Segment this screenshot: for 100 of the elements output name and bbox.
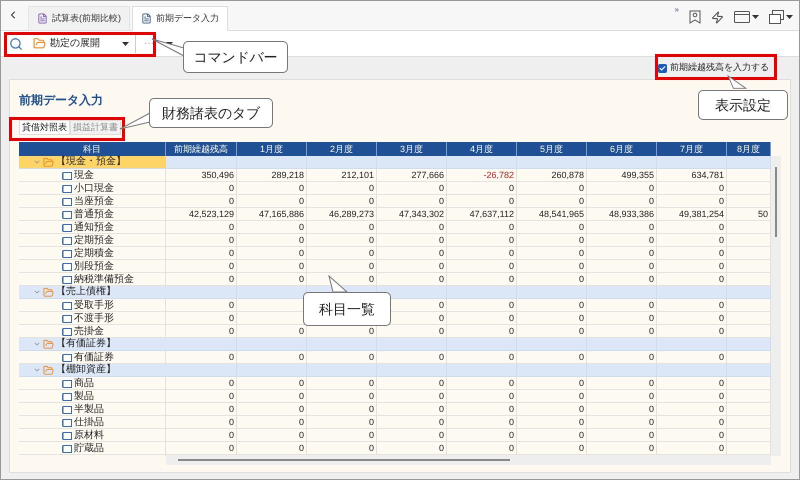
table-cell-text: 0 <box>648 416 654 429</box>
table-cell-text: 0 <box>718 299 724 312</box>
table-row[interactable]: 有価証券 0 0 0 0 0 0 0 0 <box>19 351 771 364</box>
table-cell-text: 0 <box>228 247 234 260</box>
overflow-glyph[interactable]: » <box>674 4 679 16</box>
table-cell-text: 0 <box>648 351 654 364</box>
table-cell-text: 0 <box>648 312 654 325</box>
column-header: 2月度 <box>330 144 353 154</box>
group-row[interactable]: 【売上債権】 <box>19 286 771 299</box>
table-cell-text: 0 <box>228 325 234 338</box>
table-cell-text: 0 <box>578 351 584 364</box>
account-icon <box>62 224 72 232</box>
table-row[interactable]: 通知預金 0 0 0 0 0 0 0 0 <box>19 221 771 234</box>
table-cell-text: 0 <box>718 312 724 325</box>
table-row[interactable]: 貯蔵品 0 0 0 0 0 0 0 0 <box>19 442 771 455</box>
table-cell-text: 0 <box>228 299 234 312</box>
column-header: 3月度 <box>400 144 423 154</box>
chevron-icon[interactable] <box>33 366 41 374</box>
chevron-icon[interactable] <box>33 288 41 296</box>
table-cell-text: 0 <box>508 312 514 325</box>
account-icon <box>62 328 72 336</box>
account-icon <box>62 184 72 193</box>
group-row[interactable]: 【棚卸資産】 <box>19 364 771 377</box>
table-row[interactable]: 納税準備預金 0 0 0 0 0 0 0 0 <box>19 273 771 286</box>
table-row[interactable]: 小口現金 0 0 0 0 0 0 0 0 <box>19 182 771 195</box>
table-row[interactable]: 原材料 0 0 0 0 0 0 0 0 <box>19 429 771 442</box>
statement-tab[interactable]: 貸借対照表 <box>19 120 70 135</box>
table-cell-text: 0 <box>368 442 374 455</box>
column-header: 7月度 <box>680 144 703 154</box>
table-cell-text: 0 <box>578 325 584 338</box>
table-row[interactable]: 売掛金 0 0 0 0 0 0 0 0 <box>19 325 771 338</box>
account-name: 有価証券 <box>74 352 114 363</box>
table-cell-text: 47,637,112 <box>470 208 514 221</box>
table-row[interactable]: 定期積金 0 0 0 0 0 0 0 0 <box>19 247 771 260</box>
scrollbar-track[interactable] <box>166 455 771 465</box>
expand-accounts-button[interactable]: 勘定の展開 <box>33 34 136 52</box>
table-cell-text: 0 <box>508 429 514 442</box>
table-row[interactable]: 普通預金 42,523,129 47,165,886 46,289,273 47,343,302 47,637,112 48,541,965 48,933,386 49,381,254 50 <box>19 208 771 221</box>
table-row[interactable]: 製品 0 0 0 0 0 0 0 0 <box>19 390 771 403</box>
account-name: 半製品 <box>74 404 104 415</box>
table-cell-text: 0 <box>718 325 724 338</box>
table-row[interactable]: 別段預金 0 0 0 0 0 0 0 0 <box>19 260 771 273</box>
table-cell-text: 0 <box>578 182 584 195</box>
table-cell-text: 0 <box>648 442 654 455</box>
table-cell-text: 0 <box>718 377 724 390</box>
table-cell-text: 47,343,302 <box>398 208 444 221</box>
column-header: 5月度 <box>540 144 563 154</box>
account-name: 別段預金 <box>74 262 114 272</box>
table-cell-text: 0 <box>298 195 304 208</box>
window-icon[interactable] <box>734 11 750 23</box>
table-row[interactable]: 半製品 0 0 0 0 0 0 0 0 <box>19 403 771 416</box>
folder-icon <box>43 286 54 298</box>
table-cell-text: 0 <box>438 260 444 273</box>
table-cell-text: 277,666 <box>411 169 444 182</box>
table-cell-text: 0 <box>298 377 304 390</box>
scrollbar-track[interactable] <box>771 156 781 456</box>
vertical-scrollbar-thumb[interactable] <box>775 167 777 237</box>
search-icon[interactable] <box>9 36 23 50</box>
document-tab[interactable]: 試算表(前期比較) <box>28 6 130 31</box>
table-cell-text: 0 <box>508 299 514 312</box>
table-cell-text: 0 <box>368 325 374 338</box>
display-setting-checkbox[interactable]: 前期繰越残高を入力する <box>658 61 769 75</box>
table-cell-text: 0 <box>578 260 584 273</box>
account-name: 通知預金 <box>74 222 114 233</box>
account-name: 売掛金 <box>74 326 104 337</box>
lightning-icon[interactable] <box>711 10 724 24</box>
account-name: 小口現金 <box>74 184 114 194</box>
group-row[interactable]: 【現金・預金】 <box>19 156 771 169</box>
table-cell-text: 0 <box>718 416 724 429</box>
stacked-window-icon[interactable] <box>769 10 784 24</box>
table-row[interactable]: 商品 0 0 0 0 0 0 0 0 <box>19 377 771 390</box>
table-cell-text: 0 <box>298 442 304 455</box>
table-cell-text: 0 <box>438 273 444 286</box>
table-cell-text: 0 <box>438 351 444 364</box>
group-row[interactable]: 【有価証券】 <box>19 338 771 351</box>
table-row[interactable]: 当座預金 0 0 0 0 0 0 0 0 <box>19 195 771 208</box>
account-name: 納税準備預金 <box>74 274 134 285</box>
account-icon <box>62 236 72 245</box>
table-cell-text: 0 <box>438 247 444 260</box>
account-name: 当座預金 <box>74 196 114 207</box>
document-tab[interactable]: 前期データ入力 <box>132 6 228 31</box>
table-row[interactable]: 現金 350,496 289,218 212,101 277,666 -26,782 260,878 499,355 634,781 <box>19 169 771 182</box>
table-row[interactable]: 定期預金 0 0 0 0 0 0 0 0 <box>19 234 771 247</box>
group-label: 【現金・預金】 <box>56 157 126 167</box>
table-cell-text: 0 <box>508 377 514 390</box>
table-cell-text: 0 <box>578 195 584 208</box>
table-row[interactable]: 仕掛品 0 0 0 0 0 0 0 0 <box>19 416 771 429</box>
chevron-icon[interactable] <box>33 158 41 166</box>
chevron-icon[interactable] <box>33 340 41 348</box>
horizontal-scrollbar-thumb[interactable] <box>178 459 510 461</box>
table-cell-text: 0 <box>508 351 514 364</box>
table-cell-text: 0 <box>298 403 304 416</box>
table-cell-text: 0 <box>438 390 444 403</box>
table-cell-text: 0 <box>648 273 654 286</box>
table-cell-text: 0 <box>368 377 374 390</box>
caret-icon <box>786 15 793 19</box>
table-cell-text: 0 <box>648 182 654 195</box>
bookmark-person-icon[interactable] <box>689 10 701 24</box>
table-cell-text: 0 <box>508 182 514 195</box>
table-cell-text: 0 <box>438 182 444 195</box>
